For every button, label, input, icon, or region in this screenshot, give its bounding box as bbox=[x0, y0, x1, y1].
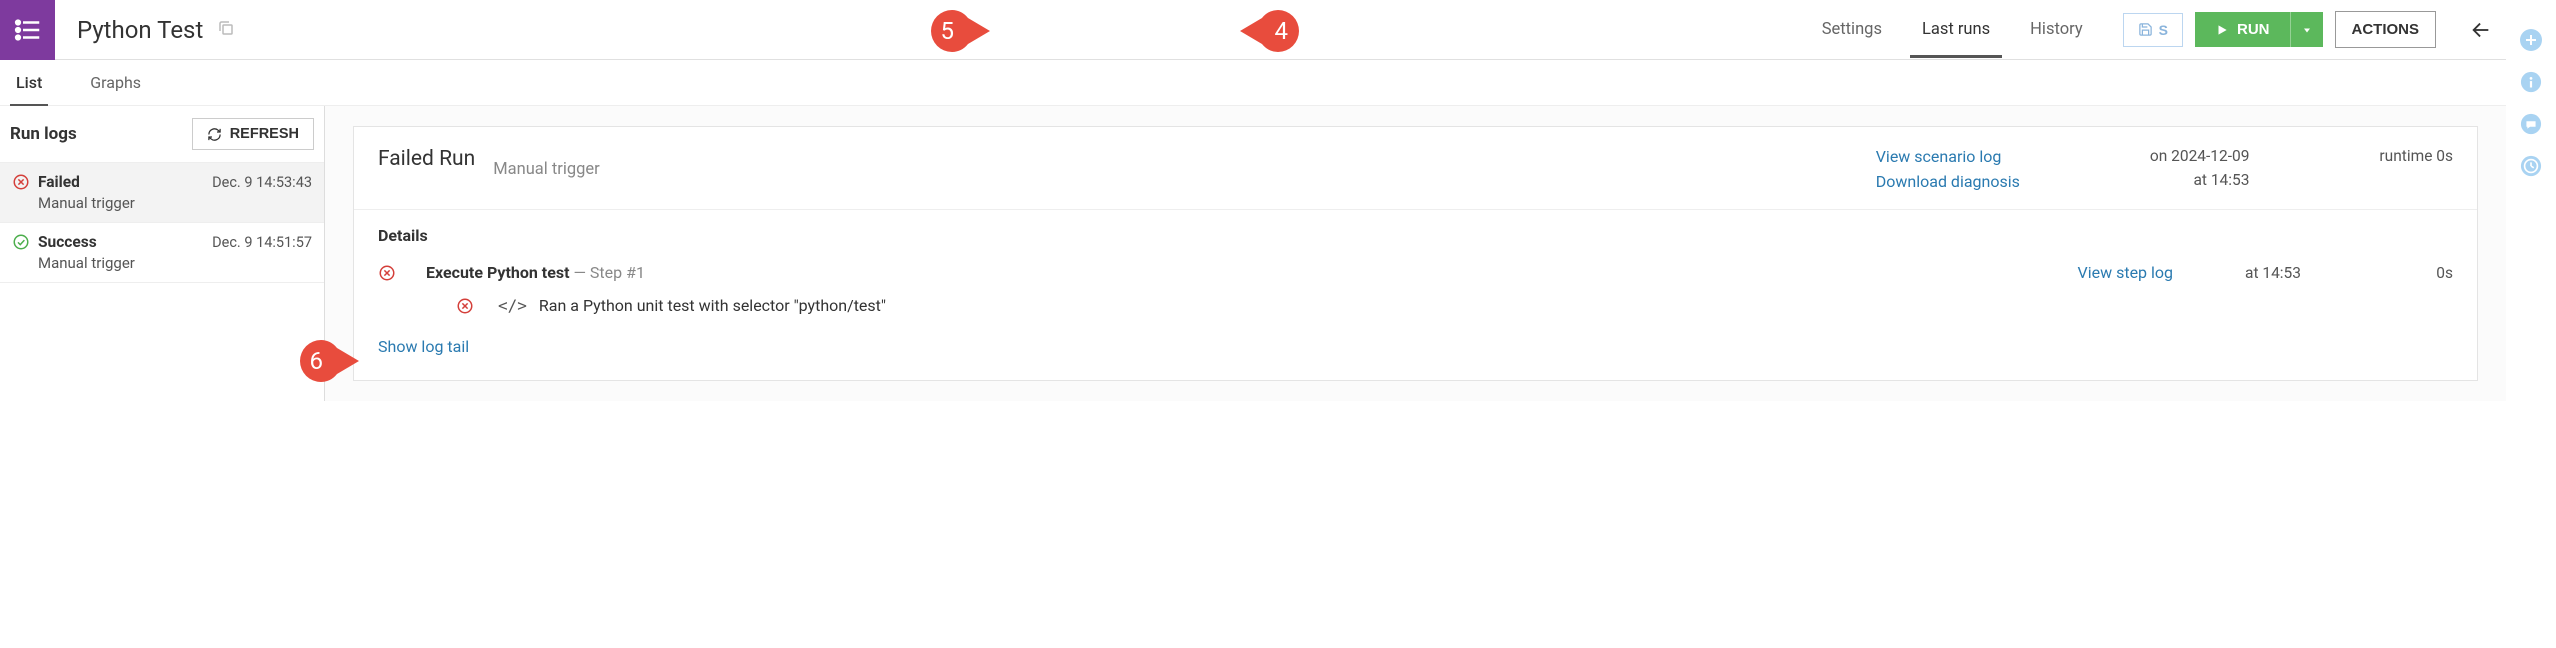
step-name: Execute Python test bbox=[426, 263, 569, 282]
run-item[interactable]: Failed Dec. 9 14:53:43 Manual trigger bbox=[0, 162, 324, 222]
refresh-icon bbox=[207, 127, 222, 142]
substep-text: Ran a Python unit test with selector "py… bbox=[539, 296, 886, 315]
actions-button[interactable]: ACTIONS bbox=[2335, 11, 2437, 48]
play-icon bbox=[2215, 23, 2229, 37]
menu-toggle[interactable] bbox=[0, 0, 55, 60]
page-title: Python Test bbox=[77, 16, 203, 44]
save-button[interactable]: S bbox=[2123, 13, 2183, 47]
subnav-graphs[interactable]: Graphs bbox=[90, 60, 141, 105]
detail-title: Failed Run bbox=[378, 147, 475, 171]
show-log-tail-link[interactable]: Show log tail bbox=[378, 337, 469, 356]
refresh-button[interactable]: REFRESH bbox=[192, 118, 314, 150]
clock-icon bbox=[2520, 155, 2542, 177]
refresh-label: REFRESH bbox=[230, 126, 299, 142]
detail-subtitle: Manual trigger bbox=[493, 160, 600, 179]
rail-chat-icon[interactable] bbox=[2519, 112, 2543, 136]
run-item[interactable]: Success Dec. 9 14:51:57 Manual trigger bbox=[0, 222, 324, 283]
details-heading: Details bbox=[378, 226, 2453, 245]
download-diagnosis-link[interactable]: Download diagnosis bbox=[1876, 172, 2020, 191]
run-label: RUN bbox=[2237, 21, 2270, 38]
run-timestamp: Dec. 9 14:51:57 bbox=[212, 234, 312, 251]
rail-history-icon[interactable] bbox=[2519, 154, 2543, 178]
subnav-list[interactable]: List bbox=[16, 60, 42, 105]
info-icon bbox=[2520, 71, 2542, 93]
fail-icon bbox=[378, 264, 396, 282]
runlogs-heading: Run logs bbox=[10, 124, 77, 144]
step-number: — Step #1 bbox=[569, 263, 644, 282]
step-time: at 14:53 bbox=[2173, 264, 2373, 282]
rail-info-icon[interactable] bbox=[2519, 70, 2543, 94]
copy-icon[interactable] bbox=[217, 19, 235, 41]
annotation-marker-4: 4 bbox=[1238, 8, 1302, 54]
detail-date: on 2024-12-09 bbox=[2150, 147, 2250, 165]
run-trigger: Manual trigger bbox=[12, 254, 312, 272]
view-step-log-link[interactable]: View step log bbox=[2078, 263, 2173, 282]
annotation-marker-5: 5 bbox=[928, 8, 992, 54]
detail-time: at 14:53 bbox=[2150, 171, 2250, 189]
back-arrow[interactable] bbox=[2456, 0, 2506, 60]
annotation-marker-6: 6 bbox=[297, 338, 361, 384]
fail-icon bbox=[456, 297, 474, 315]
save-label: S bbox=[2159, 22, 2168, 38]
run-status: Failed bbox=[38, 173, 80, 191]
rail-add-icon[interactable] bbox=[2519, 28, 2543, 52]
caret-down-icon bbox=[2301, 24, 2313, 36]
save-icon bbox=[2138, 22, 2153, 37]
run-trigger: Manual trigger bbox=[12, 194, 312, 212]
tab-history[interactable]: History bbox=[2030, 2, 2083, 57]
tab-settings[interactable]: Settings bbox=[1822, 2, 1882, 57]
step-duration: 0s bbox=[2373, 264, 2453, 282]
detail-runtime: runtime 0s bbox=[2379, 147, 2453, 165]
run-timestamp: Dec. 9 14:53:43 bbox=[212, 174, 312, 191]
fail-icon bbox=[12, 173, 30, 191]
code-icon: </> bbox=[498, 296, 527, 315]
view-scenario-log-link[interactable]: View scenario log bbox=[1876, 147, 2020, 166]
success-icon bbox=[12, 233, 30, 251]
chat-icon bbox=[2520, 113, 2542, 135]
run-status: Success bbox=[38, 233, 97, 251]
run-dropdown[interactable] bbox=[2290, 12, 2323, 47]
plus-circle-icon bbox=[2519, 28, 2543, 52]
run-button[interactable]: RUN bbox=[2195, 12, 2290, 47]
tab-last-runs[interactable]: Last runs bbox=[1922, 2, 1990, 57]
